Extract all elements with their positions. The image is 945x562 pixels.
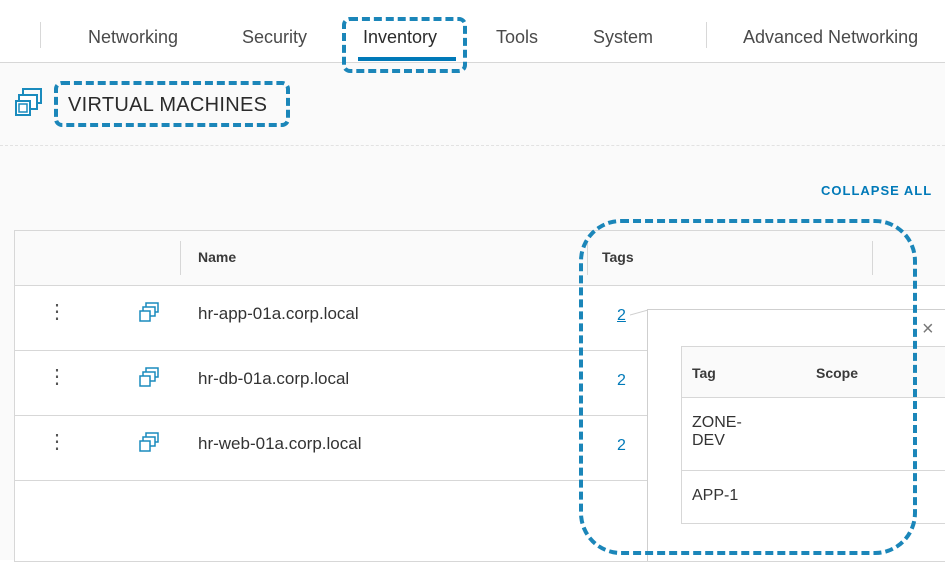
- nav-divider: [40, 22, 41, 48]
- tab-advanced-networking[interactable]: Advanced Networking: [743, 27, 918, 48]
- row-menu-icon[interactable]: ⋮: [47, 367, 67, 387]
- collapse-all-button[interactable]: COLLAPSE ALL: [821, 183, 932, 198]
- title-divider: [0, 145, 945, 146]
- virtual-machine-icon: [15, 88, 42, 116]
- vm-icon: [139, 367, 159, 387]
- vm-name[interactable]: hr-web-01a.corp.local: [198, 434, 361, 454]
- table-header: Name Tags: [15, 231, 945, 286]
- tag-value: ZONE- DEV: [692, 414, 742, 449]
- column-header-tags[interactable]: Tags: [602, 249, 634, 265]
- column-header-scope: Scope: [816, 365, 859, 381]
- column-header-tag: Tag: [692, 365, 716, 381]
- active-tab-indicator: [358, 57, 456, 61]
- tags-table: Tag Scope ZONE- DEV APP-1: [681, 346, 945, 524]
- tag-value: APP-1: [692, 487, 739, 504]
- tags-table-header: Tag Scope: [682, 347, 945, 398]
- column-header-name[interactable]: Name: [198, 249, 236, 265]
- tag-row: APP-1: [682, 471, 945, 523]
- vm-icon: [139, 302, 159, 322]
- tab-tools[interactable]: Tools: [496, 27, 538, 48]
- column-divider: [180, 241, 181, 275]
- nav-divider: [706, 22, 707, 48]
- vm-name[interactable]: hr-app-01a.corp.local: [198, 304, 359, 324]
- tab-networking[interactable]: Networking: [88, 27, 178, 48]
- tab-security[interactable]: Security: [242, 27, 307, 48]
- page-title: VIRTUAL MACHINES: [68, 94, 268, 116]
- tag-row: ZONE- DEV: [682, 398, 945, 471]
- column-divider: [872, 241, 873, 275]
- row-menu-icon[interactable]: ⋮: [47, 302, 67, 322]
- tab-inventory[interactable]: Inventory: [363, 27, 437, 48]
- row-menu-icon[interactable]: ⋮: [47, 432, 67, 452]
- top-nav: Networking Security Inventory Tools Syst…: [0, 0, 945, 63]
- tag-count-link[interactable]: 2: [617, 307, 626, 325]
- vm-icon: [139, 432, 159, 452]
- column-divider: [587, 241, 588, 275]
- close-icon[interactable]: ×: [922, 318, 934, 341]
- tag-count-link[interactable]: 2: [617, 372, 626, 390]
- vm-name[interactable]: hr-db-01a.corp.local: [198, 369, 349, 389]
- tab-system[interactable]: System: [593, 27, 653, 48]
- tag-count-link[interactable]: 2: [617, 437, 626, 455]
